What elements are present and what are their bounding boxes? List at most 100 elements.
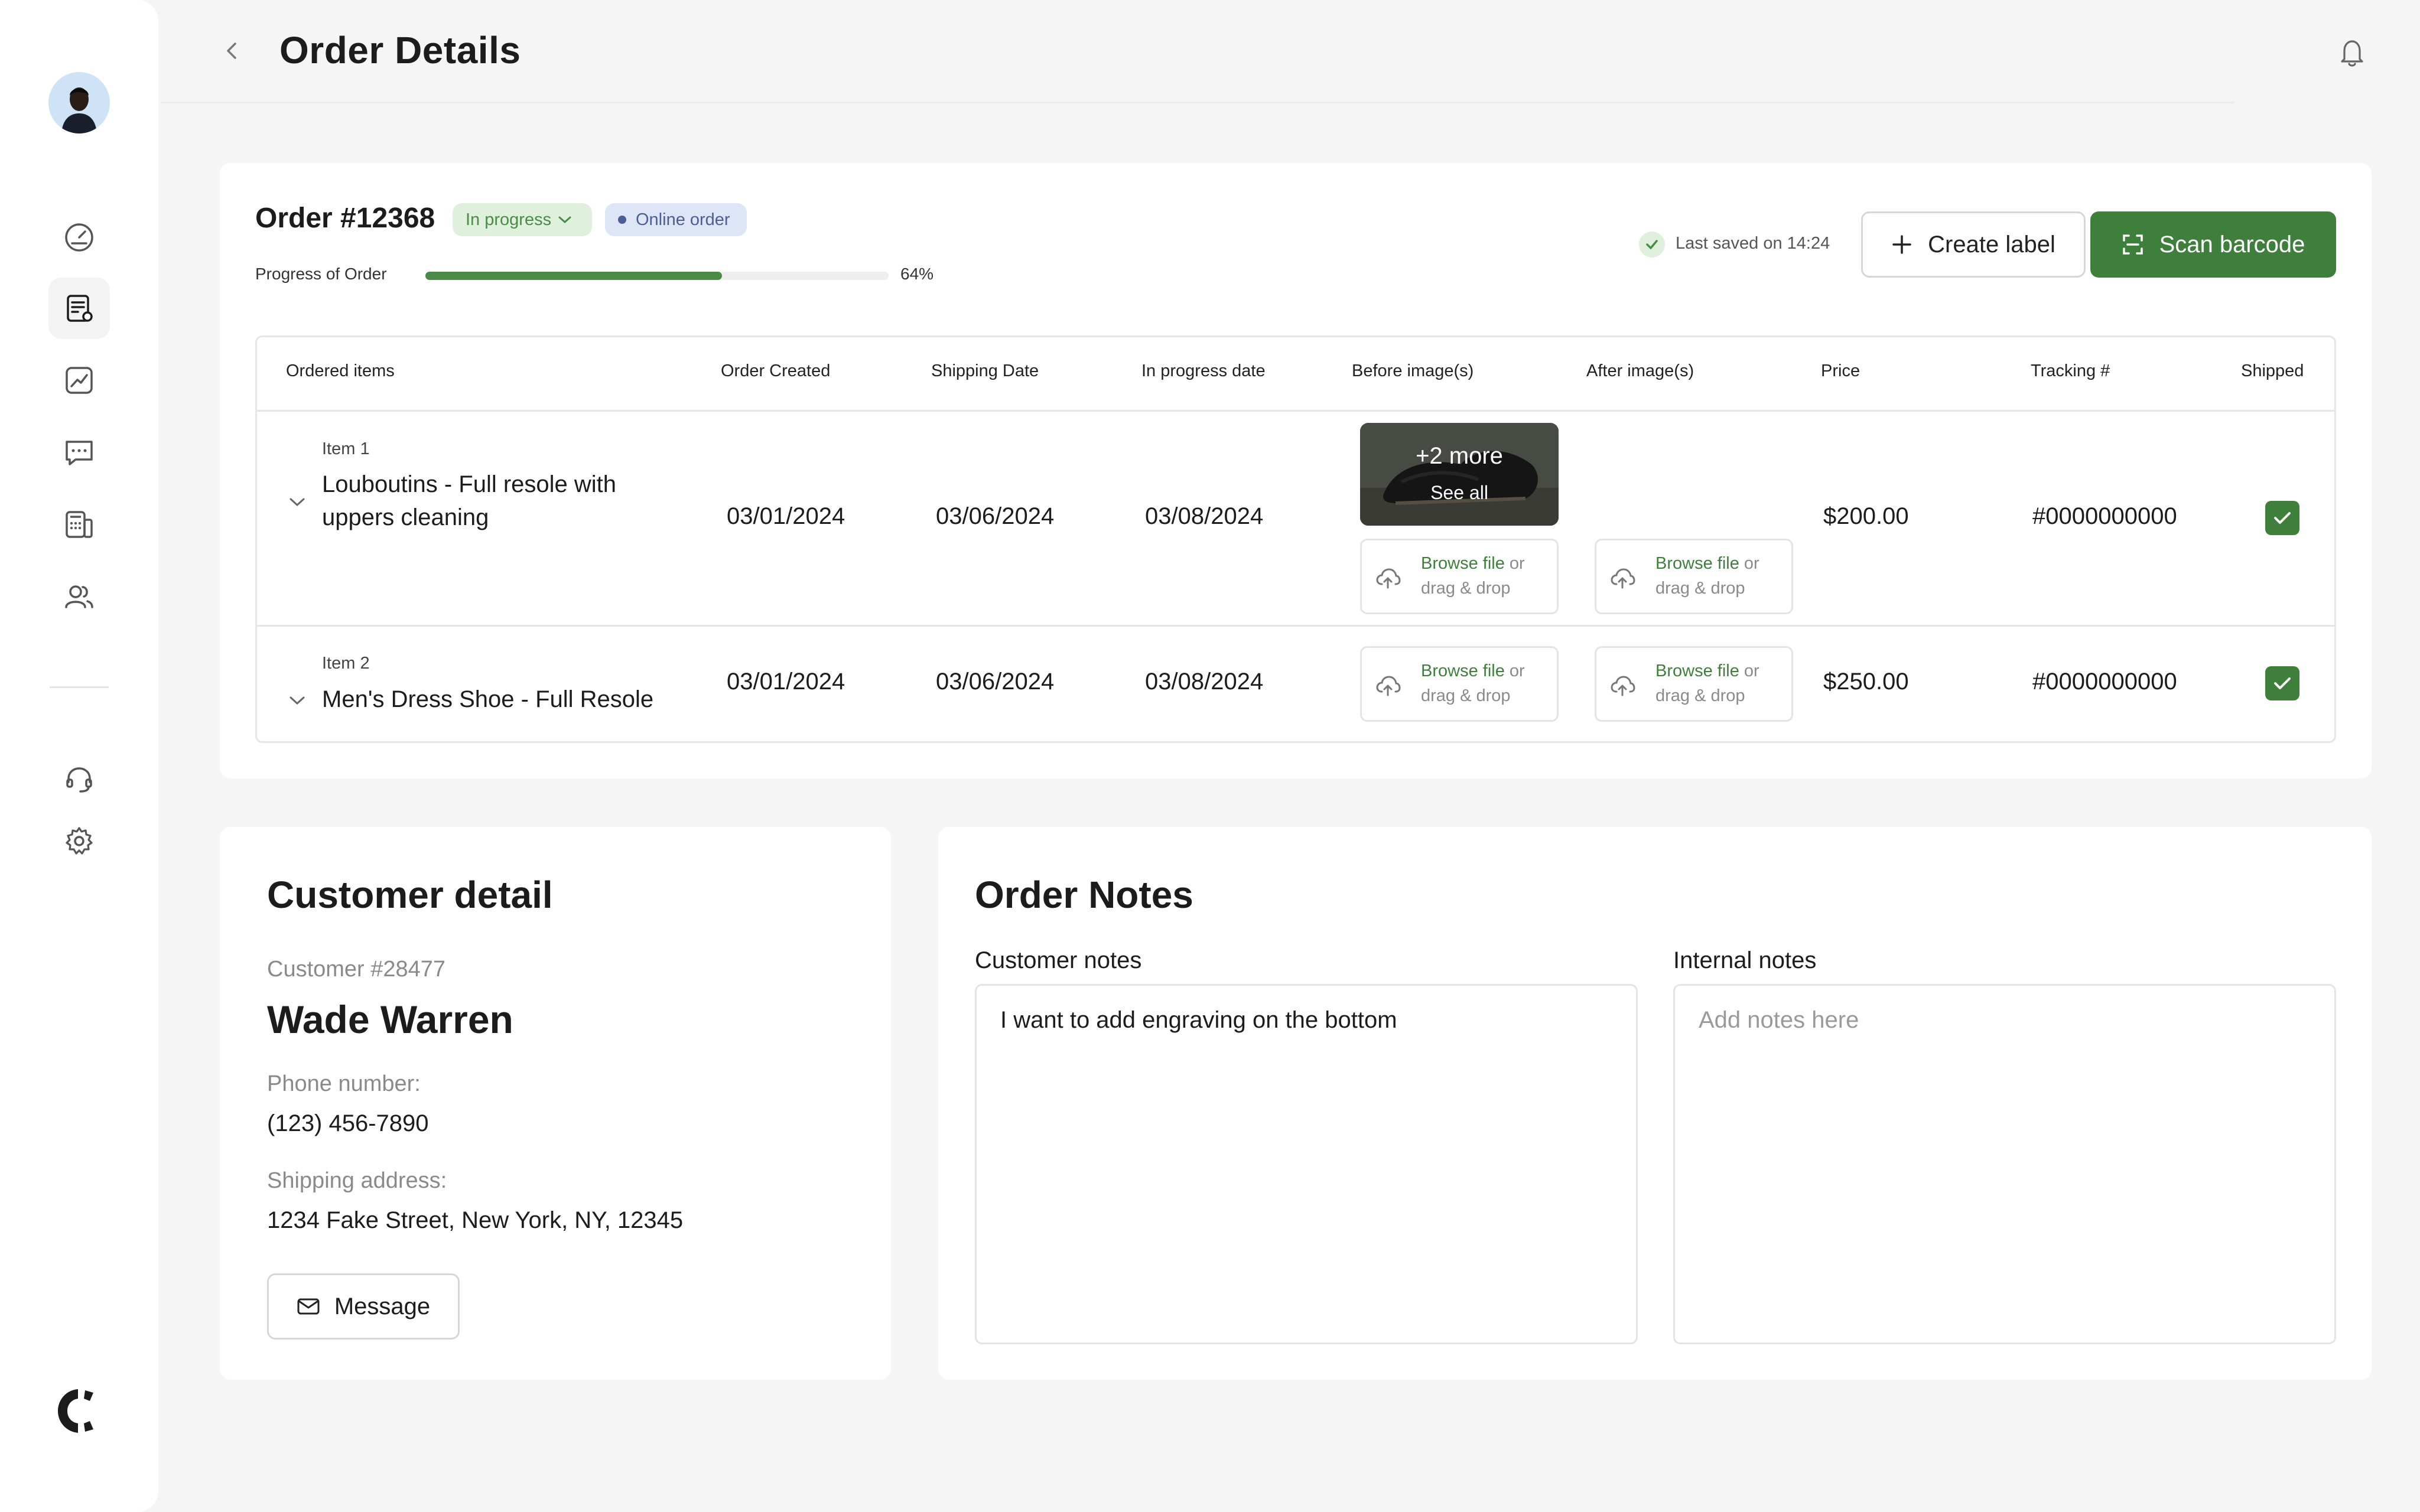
cloud-upload-icon — [1376, 676, 1401, 696]
order-notes-title: Order Notes — [975, 874, 1193, 916]
item-price: $250.00 — [1823, 669, 1909, 695]
upload-or-text: or — [1739, 662, 1759, 680]
shipped-checkbox[interactable] — [2265, 666, 2299, 700]
sidebar-divider — [50, 686, 109, 688]
before-image-thumbnail[interactable]: +2 more See all — [1360, 423, 1559, 526]
nav-messages[interactable] — [48, 422, 110, 483]
column-header: Before image(s) — [1352, 361, 1474, 380]
column-header: Order Created — [721, 361, 831, 380]
shipping-address-label: Shipping address: — [267, 1168, 447, 1193]
nav-dashboard[interactable] — [48, 206, 110, 267]
drag-drop-text: drag & drop — [1421, 579, 1511, 598]
messages-icon — [66, 441, 93, 465]
phone-value: (123) 456-7890 — [267, 1110, 429, 1136]
scan-barcode-button[interactable]: Scan barcode — [2090, 211, 2336, 278]
in-progress-date: 03/08/2024 — [1145, 503, 1264, 529]
order-created-date: 03/01/2024 — [727, 669, 845, 695]
before-image-upload[interactable]: Browse file or drag & drop — [1360, 646, 1559, 722]
nav-analytics[interactable] — [48, 350, 110, 411]
header-divider — [161, 102, 2234, 103]
order-type-label: Online order — [636, 210, 730, 229]
status-dropdown[interactable]: In progress — [453, 203, 592, 236]
upload-or-text: or — [1504, 554, 1525, 573]
tracking-number: #0000000000 — [2032, 669, 2177, 695]
after-image-upload[interactable]: Browse file or drag & drop — [1595, 539, 1793, 614]
cloud-upload-icon — [1611, 676, 1635, 696]
analytics-icon — [66, 367, 93, 394]
order-number: Order #12368 — [255, 203, 435, 234]
nav-support[interactable] — [48, 749, 110, 810]
bell-icon[interactable] — [2337, 35, 2367, 69]
progress-label: Progress of Order — [255, 265, 387, 283]
shipped-checkbox[interactable] — [2265, 501, 2299, 535]
shipping-date: 03/06/2024 — [936, 503, 1055, 529]
progress-fill — [425, 272, 722, 280]
upload-instructions: Browse file or drag & drop — [1655, 659, 1759, 708]
customer-notes-field[interactable]: I want to add engraving on the bottom — [975, 984, 1638, 1344]
brand-logo — [58, 1389, 93, 1433]
customers-icon — [65, 585, 93, 608]
checkmark-icon — [2274, 512, 2291, 524]
cloud-upload-icon — [1376, 568, 1401, 589]
order-created-date: 03/01/2024 — [727, 503, 845, 529]
dashboard-icon — [65, 223, 93, 252]
mail-icon — [297, 1298, 320, 1315]
column-header: Ordered items — [286, 361, 395, 380]
drag-drop-text: drag & drop — [1421, 686, 1511, 705]
nav-orders[interactable] — [48, 278, 110, 339]
page-title: Order Details — [279, 29, 521, 71]
nav-customers[interactable] — [48, 566, 110, 627]
create-label-text: Create label — [1928, 231, 2055, 258]
item-number: Item 1 — [322, 439, 370, 458]
user-avatar[interactable] — [48, 72, 110, 133]
after-image-upload[interactable]: Browse file or drag & drop — [1595, 646, 1793, 722]
message-button-text: Message — [334, 1293, 431, 1319]
column-header: Tracking # — [2031, 361, 2110, 380]
column-header: After image(s) — [1586, 361, 1694, 380]
scan-icon — [2122, 234, 2143, 255]
browse-file-link[interactable]: Browse file — [1421, 662, 1505, 680]
column-header: In progress date — [1141, 361, 1266, 380]
chevron-down-icon — [558, 216, 571, 224]
scan-barcode-text: Scan barcode — [2159, 231, 2305, 258]
dot-icon — [618, 216, 626, 224]
see-all-link[interactable]: See all — [1360, 482, 1559, 504]
table-divider — [257, 625, 2334, 627]
chevron-down-icon[interactable] — [287, 695, 307, 706]
column-header: Shipping Date — [931, 361, 1039, 380]
column-header: Shipped — [2241, 361, 2304, 380]
browse-file-link[interactable]: Browse file — [1421, 554, 1505, 573]
chevron-down-icon[interactable] — [287, 496, 307, 508]
customer-name: Wade Warren — [267, 998, 513, 1041]
drag-drop-text: drag & drop — [1655, 579, 1745, 598]
in-progress-date: 03/08/2024 — [1145, 669, 1264, 695]
before-image-upload[interactable]: Browse file or drag & drop — [1360, 539, 1559, 614]
sidebar — [0, 0, 158, 1512]
order-items-table — [255, 335, 2336, 743]
message-button[interactable]: Message — [267, 1273, 460, 1340]
shipping-date: 03/06/2024 — [936, 669, 1055, 695]
nav-calculator[interactable] — [48, 494, 110, 555]
item-name-continued: uppers cleaning — [322, 504, 489, 530]
internal-notes-field[interactable] — [1673, 984, 2336, 1344]
progress-percent: 64% — [900, 265, 934, 283]
plus-icon — [1892, 235, 1911, 254]
browse-file-link[interactable]: Browse file — [1655, 554, 1739, 573]
create-label-button[interactable]: Create label — [1861, 211, 2086, 278]
settings-icon — [66, 827, 93, 855]
shipping-address-value: 1234 Fake Street, New York, NY, 12345 — [267, 1207, 684, 1233]
support-icon — [66, 767, 92, 793]
upload-or-text: or — [1739, 554, 1759, 573]
phone-label: Phone number: — [267, 1071, 421, 1096]
customer-detail-title: Customer detail — [267, 874, 553, 916]
nav-settings[interactable] — [48, 810, 110, 872]
browse-file-link[interactable]: Browse file — [1655, 662, 1739, 680]
progress-bar — [425, 272, 889, 280]
table-divider — [257, 410, 2334, 412]
item-number: Item 2 — [322, 654, 370, 673]
upload-instructions: Browse file or drag & drop — [1655, 551, 1759, 601]
image-overlay — [1360, 423, 1559, 526]
item-name: Men's Dress Shoe - Full Resole — [322, 686, 654, 712]
column-header: Price — [1821, 361, 1860, 380]
back-arrow-icon[interactable] — [219, 37, 245, 65]
